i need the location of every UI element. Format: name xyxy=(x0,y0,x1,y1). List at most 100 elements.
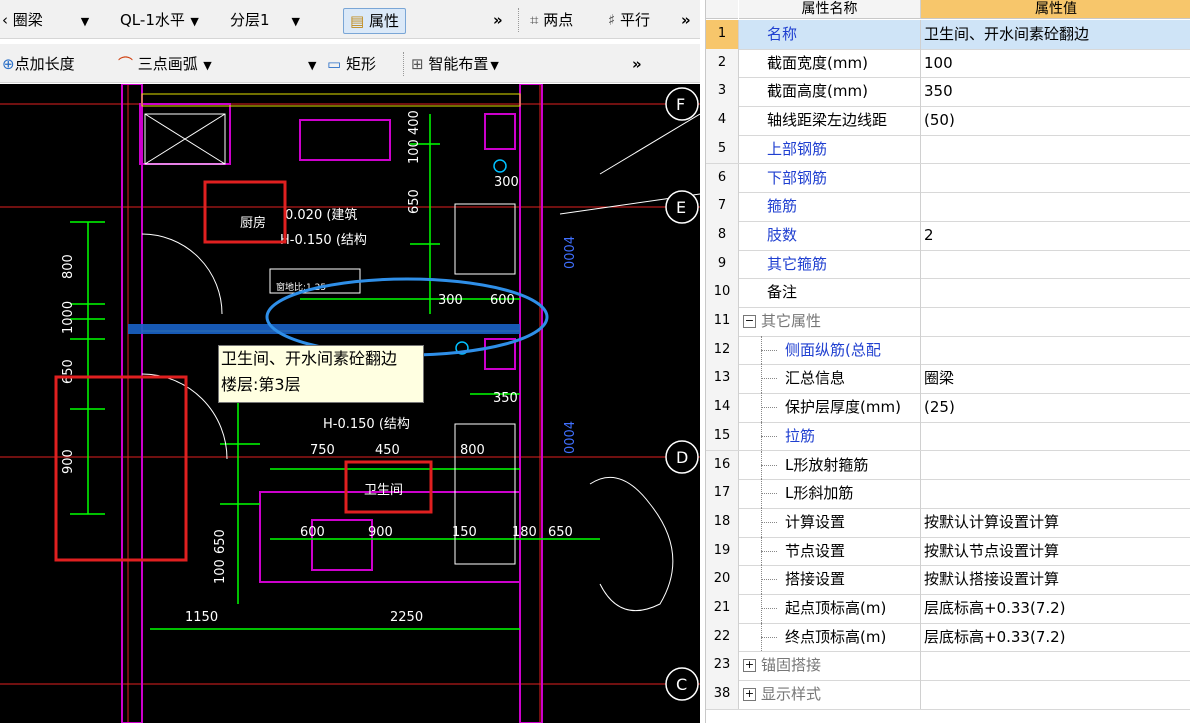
property-row[interactable]: 20 搭接设置 按默认搭接设置计算 xyxy=(706,565,1190,595)
type-select[interactable]: ‹ 圈梁 ▼ xyxy=(2,8,89,32)
code-select[interactable]: QL-1水平 ▼ xyxy=(120,8,199,32)
property-name[interactable]: + 显示样式 xyxy=(739,680,921,709)
header-name[interactable]: 属性名称 xyxy=(739,0,921,19)
property-value[interactable] xyxy=(921,307,1190,336)
property-name[interactable]: 箍筋 xyxy=(739,192,921,221)
property-name[interactable]: 截面高度(mm) xyxy=(739,77,921,107)
property-value[interactable]: 按默认计算设置计算 xyxy=(921,508,1190,537)
property-row[interactable]: 8 肢数 2 xyxy=(706,220,1190,251)
rect-button[interactable]: ▭ 矩形 xyxy=(327,52,376,76)
property-name[interactable]: 下部钢筋 xyxy=(739,163,921,193)
property-value[interactable] xyxy=(921,278,1190,307)
property-row[interactable]: 12 侧面纵筋(总配 xyxy=(706,335,1190,366)
header-value[interactable]: 属性值 xyxy=(921,0,1190,19)
property-row[interactable]: 13 汇总信息 圈梁 xyxy=(706,364,1190,395)
property-name[interactable]: 计算设置 xyxy=(739,507,921,537)
property-row[interactable]: 21 起点顶标高(m) 层底标高+0.33(7.2) xyxy=(706,594,1190,624)
property-value[interactable]: 350 xyxy=(921,77,1190,106)
property-row[interactable]: 22 终点顶标高(m) 层底标高+0.33(7.2) xyxy=(706,622,1190,653)
property-row[interactable]: 6 下部钢筋 xyxy=(706,163,1190,194)
property-name[interactable]: 肢数 xyxy=(739,220,921,250)
property-row[interactable]: 19 节点设置 按默认节点设置计算 xyxy=(706,536,1190,567)
property-row[interactable]: 15 拉筋 xyxy=(706,421,1190,452)
expand-icon[interactable]: + xyxy=(743,688,756,702)
property-value[interactable]: 100 xyxy=(921,49,1190,78)
property-value[interactable]: 层底标高+0.33(7.2) xyxy=(921,623,1190,652)
chevron-down-icon: ▼ xyxy=(308,59,317,72)
property-row[interactable]: 11− 其它属性 xyxy=(706,307,1190,337)
property-value[interactable] xyxy=(921,192,1190,221)
property-value[interactable] xyxy=(921,135,1190,164)
property-row[interactable]: 17 L形斜加筋 xyxy=(706,479,1190,509)
property-value[interactable]: (50) xyxy=(921,106,1190,135)
property-value[interactable]: 卫生间、开水间素砼翻边 xyxy=(921,20,1190,49)
property-name[interactable]: 保护层厚度(mm) xyxy=(739,393,921,422)
two-point-button[interactable]: ⌗ 两点 xyxy=(530,8,573,32)
more-chevron-icon[interactable]: » xyxy=(632,52,642,76)
parallel-button[interactable]: ♯ 平行 xyxy=(608,8,650,32)
property-row[interactable]: 4 轴线距梁左边线距 (50) xyxy=(706,106,1190,136)
property-value[interactable]: 层底标高+0.33(7.2) xyxy=(921,594,1190,623)
row-number: 6 xyxy=(706,163,739,193)
property-value[interactable] xyxy=(921,680,1190,709)
property-name[interactable]: + 锚固搭接 xyxy=(739,651,921,681)
property-value[interactable]: 按默认节点设置计算 xyxy=(921,537,1190,566)
property-row[interactable]: 38 + 显示样式 xyxy=(706,680,1190,710)
property-name[interactable]: 拉筋 xyxy=(739,421,921,451)
property-name[interactable]: − 其它属性 xyxy=(739,307,921,336)
property-value[interactable] xyxy=(921,422,1190,451)
property-name[interactable]: 节点设置 xyxy=(739,536,921,566)
property-name[interactable]: 名称 xyxy=(739,20,921,49)
dim-600: 600 xyxy=(490,293,515,308)
collapse-icon[interactable]: − xyxy=(743,315,756,328)
property-name[interactable]: 汇总信息 xyxy=(739,364,921,394)
cad-drawing[interactable]: F E D C 厨房 卫生间 0.020 (建筑 H-0.150 (结构 H-0… xyxy=(0,84,700,723)
property-row[interactable]: 16 L形放射箍筋 xyxy=(706,450,1190,481)
property-value[interactable]: 按默认搭接设置计算 xyxy=(921,565,1190,594)
property-row[interactable]: 23 + 锚固搭接 xyxy=(706,651,1190,682)
three-point-arc-button[interactable]: ⌒ 三点画弧 ▼ xyxy=(118,52,212,76)
property-value[interactable] xyxy=(921,336,1190,365)
property-name[interactable]: L形斜加筋 xyxy=(739,479,921,508)
property-name[interactable]: 截面宽度(mm) xyxy=(739,48,921,78)
property-value[interactable] xyxy=(921,451,1190,480)
property-name[interactable]: L形放射箍筋 xyxy=(739,450,921,480)
property-value[interactable] xyxy=(921,164,1190,193)
smart-layout-button[interactable]: ⊞ 智能布置 ▼ xyxy=(411,52,499,76)
property-name[interactable]: 其它箍筋 xyxy=(739,249,921,279)
property-row[interactable]: 9 其它箍筋 xyxy=(706,249,1190,280)
property-value[interactable] xyxy=(921,479,1190,508)
property-value[interactable]: 2 xyxy=(921,221,1190,250)
property-row[interactable]: 2 截面宽度(mm) 100 xyxy=(706,48,1190,79)
property-name[interactable]: 起点顶标高(m) xyxy=(739,594,921,623)
property-name[interactable]: 侧面纵筋(总配 xyxy=(739,335,921,365)
property-name[interactable]: 上部钢筋 xyxy=(739,134,921,164)
property-row[interactable]: 5 上部钢筋 xyxy=(706,134,1190,165)
property-row[interactable]: 3 截面高度(mm) 350 xyxy=(706,77,1190,108)
property-value[interactable]: 圈梁 xyxy=(921,364,1190,393)
tree-branch xyxy=(761,493,777,495)
property-name-label: 起点顶标高(m) xyxy=(785,599,887,617)
point-length-button[interactable]: ⊕点加长度 xyxy=(2,52,75,76)
tree-branch xyxy=(761,464,777,466)
draw-mode-dropdown[interactable]: ▼ xyxy=(306,52,316,76)
property-row[interactable]: 18 计算设置 按默认计算设置计算 xyxy=(706,507,1190,538)
more-chevron-icon[interactable]: » xyxy=(681,8,691,32)
cad-canvas[interactable]: F E D C 厨房 卫生间 0.020 (建筑 H-0.150 (结构 H-0… xyxy=(0,84,700,723)
property-row[interactable]: 7 箍筋 xyxy=(706,192,1190,222)
properties-button[interactable]: ▤ 属性 xyxy=(343,8,406,34)
property-row[interactable]: 1 名称 卫生间、开水间素砼翻边 xyxy=(706,20,1190,50)
property-name[interactable]: 备注 xyxy=(739,278,921,307)
property-value[interactable] xyxy=(921,250,1190,279)
property-name[interactable]: 搭接设置 xyxy=(739,565,921,594)
selected-beam[interactable] xyxy=(128,324,520,334)
expand-icon[interactable]: + xyxy=(743,659,756,673)
property-row[interactable]: 10 备注 xyxy=(706,278,1190,308)
property-value[interactable] xyxy=(921,651,1190,680)
property-value[interactable]: (25) xyxy=(921,393,1190,422)
property-row[interactable]: 14 保护层厚度(mm) (25) xyxy=(706,393,1190,423)
more-chevron-icon[interactable]: » xyxy=(493,8,503,32)
property-name[interactable]: 轴线距梁左边线距 xyxy=(739,106,921,135)
property-name[interactable]: 终点顶标高(m) xyxy=(739,622,921,652)
layer-select[interactable]: 分层1 ▼ xyxy=(230,8,300,32)
